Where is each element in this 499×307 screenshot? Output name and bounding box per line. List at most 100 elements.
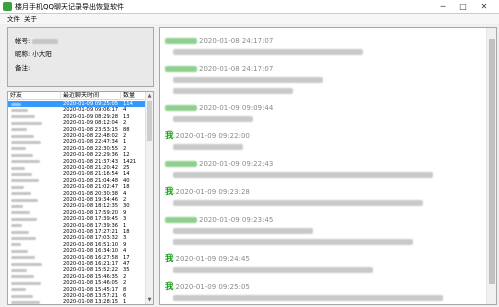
friend-row[interactable]: 2020-01-08 13:57:21 6 bbox=[8, 293, 147, 299]
redaction-blur bbox=[11, 217, 37, 221]
last-chat-time: 2020-01-08 19:34:46 bbox=[63, 197, 119, 203]
friend-name-redacted bbox=[11, 197, 59, 203]
friend-name-redacted bbox=[11, 216, 59, 222]
friend-row[interactable]: 2020-01-09 08:12:04 2 bbox=[8, 120, 147, 126]
friend-row[interactable]: 2020-01-08 16:27:58 17 bbox=[8, 255, 147, 261]
message-header: 2020-01-09 09:23:45 bbox=[165, 215, 475, 225]
column-count[interactable]: 数量 bbox=[121, 92, 147, 100]
friend-row[interactable]: 2020-01-08 21:02:47 18 bbox=[8, 184, 147, 190]
message-header: 我 2020-01-09 09:24:45 bbox=[165, 254, 475, 264]
message-header: 2020-01-09 09:22:43 bbox=[165, 159, 475, 169]
redaction-blur bbox=[11, 243, 21, 247]
message-header: 我 2020-01-09 09:23:28 bbox=[165, 187, 475, 197]
message-count: 40 bbox=[123, 177, 130, 184]
friend-name-redacted bbox=[11, 152, 59, 158]
friend-row[interactable]: 2020-01-08 17:59:20 9 bbox=[8, 210, 147, 216]
friend-name-redacted bbox=[11, 191, 59, 197]
friend-row[interactable]: 2020-01-08 17:27:21 18 bbox=[8, 229, 147, 235]
friend-list[interactable]: 好友 最近聊天时间 数量 2020-01-09 09:25:05 114 2020-… bbox=[7, 91, 154, 305]
friend-row[interactable]: 2020-01-08 16:34:10 4 bbox=[8, 248, 147, 254]
friend-row[interactable]: 2020-01-08 23:53:15 88 bbox=[8, 127, 147, 133]
friend-row[interactable]: 2020-01-08 20:30:38 4 bbox=[8, 191, 147, 197]
friend-name-redacted bbox=[11, 101, 59, 107]
account-label: 帐号: bbox=[15, 37, 31, 45]
friend-name-redacted bbox=[11, 242, 59, 248]
sender-contact-redacted bbox=[165, 161, 197, 167]
friend-row[interactable]: 2020-01-08 15:46:35 2 bbox=[8, 274, 147, 280]
last-chat-time: 2020-01-09 09:25:05 bbox=[63, 101, 119, 107]
friend-row[interactable]: 2020-01-08 22:48:02 2 bbox=[8, 133, 147, 139]
message-time: 2020-01-08 24:17:07 bbox=[199, 37, 274, 45]
last-chat-time: 2020-01-08 13:28:15 bbox=[63, 299, 119, 305]
friend-row[interactable]: 2020-01-08 19:34:46 2 bbox=[8, 197, 147, 203]
friend-row[interactable]: 2020-01-09 08:29:28 13 bbox=[8, 114, 147, 120]
friend-row[interactable]: 2020-01-08 17:03:32 3 bbox=[8, 235, 147, 241]
chat-history-panel[interactable]: 2020-01-08 24:17:07 2020-01-08 24:17:07 20… bbox=[159, 27, 497, 305]
redaction-blur bbox=[11, 115, 35, 119]
friend-row[interactable]: 2020-01-08 21:37:43 1421 bbox=[8, 159, 147, 165]
message-count: 1421 bbox=[123, 158, 137, 165]
friend-row[interactable]: 2020-01-08 15:45:17 8 bbox=[8, 287, 147, 293]
redaction-blur bbox=[11, 147, 26, 151]
friend-row[interactable]: 2020-01-08 15:46:05 2 bbox=[8, 280, 147, 286]
last-chat-time: 2020-01-08 21:04:48 bbox=[63, 177, 119, 184]
friend-row[interactable]: 2020-01-08 22:29:36 12 bbox=[8, 152, 147, 158]
column-last-chat-time[interactable]: 最近聊天时间 bbox=[61, 92, 121, 100]
message-text-redacted bbox=[173, 49, 363, 55]
friend-row[interactable]: 2020-01-08 16:21:17 47 bbox=[8, 261, 147, 267]
nickname-label: 昵称: bbox=[15, 50, 31, 58]
redaction-blur bbox=[11, 256, 35, 260]
message-count: 3 bbox=[123, 235, 127, 242]
last-chat-time: 2020-01-08 16:21:17 bbox=[63, 261, 119, 267]
scroll-up-icon[interactable]: ▲ bbox=[146, 92, 153, 100]
friend-list-scrollbar[interactable]: ▲ ▼ bbox=[145, 92, 153, 304]
last-chat-time: 2020-01-08 20:30:38 bbox=[63, 190, 119, 197]
friend-row[interactable]: 2020-01-08 18:12:35 30 bbox=[8, 203, 147, 209]
friend-row[interactable]: 2020-01-08 21:04:48 40 bbox=[8, 178, 147, 184]
friend-name-redacted bbox=[11, 280, 59, 286]
message-text-redacted bbox=[173, 172, 433, 178]
message-body bbox=[165, 75, 475, 85]
friend-name-redacted bbox=[11, 299, 59, 304]
menu-about[interactable]: 关于 bbox=[24, 15, 37, 23]
friend-row[interactable]: 2020-01-09 09:25:05 114 bbox=[8, 101, 147, 107]
message-count: 1 bbox=[123, 222, 127, 229]
redaction-blur bbox=[11, 179, 39, 183]
message-body bbox=[165, 293, 475, 303]
friend-row[interactable]: 2020-01-08 15:52:22 35 bbox=[8, 267, 147, 273]
account-row: 帐号: bbox=[15, 37, 59, 45]
friend-row[interactable]: 2020-01-08 17:39:36 1 bbox=[8, 223, 147, 229]
redaction-blur bbox=[11, 166, 25, 170]
close-button[interactable]: ✕ bbox=[476, 1, 492, 13]
redaction-blur bbox=[11, 230, 29, 234]
account-info-panel: 帐号: 昵称: 小大阳 备注: bbox=[7, 27, 154, 87]
friend-row[interactable]: 2020-01-08 13:28:15 1 bbox=[8, 299, 147, 305]
friend-row[interactable]: 2020-01-08 16:51:10 9 bbox=[8, 242, 147, 248]
scroll-down-icon[interactable]: ▼ bbox=[146, 296, 153, 304]
chat-scrollbar[interactable] bbox=[486, 28, 496, 304]
friend-row[interactable]: 2020-01-08 21:16:54 14 bbox=[8, 171, 147, 177]
last-chat-time: 2020-01-08 15:46:05 bbox=[63, 280, 119, 287]
last-chat-time: 2020-01-08 16:51:10 bbox=[63, 241, 119, 248]
last-chat-time: 2020-01-08 21:16:54 bbox=[63, 171, 119, 178]
friend-row[interactable]: 2020-01-08 21:20:42 25 bbox=[8, 165, 147, 171]
maximize-button[interactable]: □ bbox=[455, 1, 471, 13]
friend-row[interactable]: 2020-01-09 09:06:17 4 bbox=[8, 107, 147, 113]
last-chat-time: 2020-01-08 15:52:22 bbox=[63, 267, 119, 274]
message-count: 2 bbox=[123, 280, 127, 287]
friend-name-redacted bbox=[11, 203, 59, 209]
message-count: 17 bbox=[123, 254, 130, 261]
friend-row[interactable]: 2020-01-08 22:30:55 2 bbox=[8, 146, 147, 152]
message-header: 2020-01-09 09:09:44 bbox=[165, 103, 475, 113]
friend-name-redacted bbox=[11, 139, 59, 145]
redaction-blur bbox=[11, 121, 42, 125]
chat-scroll-thumb[interactable] bbox=[489, 39, 495, 284]
message-count: 1 bbox=[123, 139, 127, 146]
message-text-redacted bbox=[173, 295, 443, 301]
minimize-button[interactable]: ─ bbox=[435, 1, 451, 13]
friend-row[interactable]: 2020-01-08 22:47:34 1 bbox=[8, 139, 147, 145]
scroll-thumb[interactable] bbox=[147, 101, 152, 141]
friend-row[interactable]: 2020-01-08 17:39:45 3 bbox=[8, 216, 147, 222]
menu-file[interactable]: 文件 bbox=[7, 15, 20, 23]
column-friend[interactable]: 好友 bbox=[8, 92, 61, 100]
